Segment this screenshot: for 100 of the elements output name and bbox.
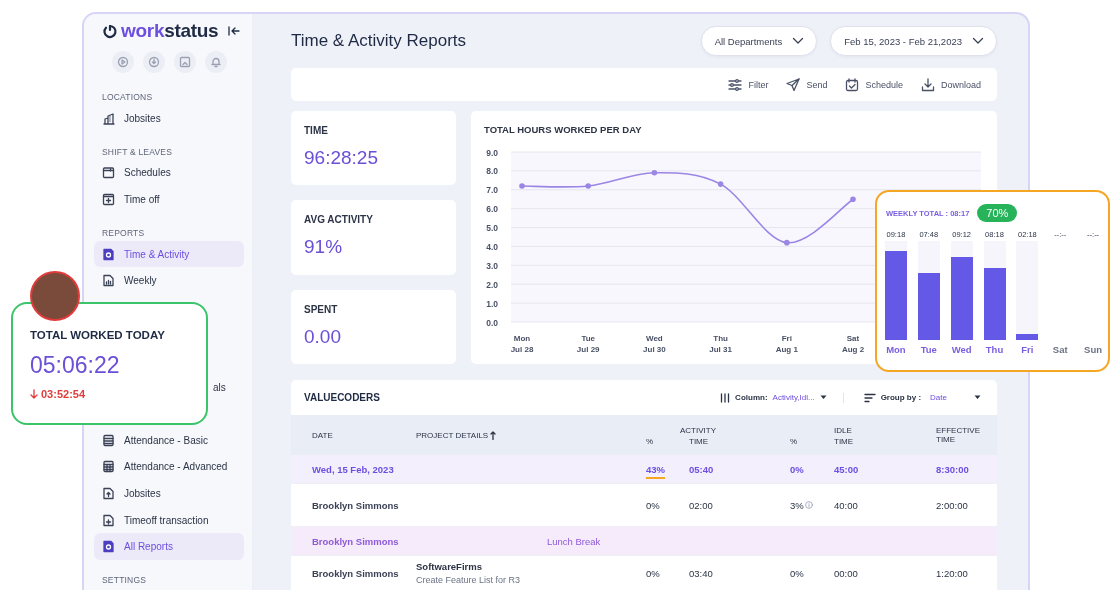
sidebar-item[interactable]: Schedules — [94, 159, 244, 187]
project-title: Lunch Break — [546, 535, 602, 547]
column-header[interactable]: EFFECTIVE TIME — [936, 426, 986, 444]
project-title: SoftwareFirms — [416, 561, 483, 572]
project-subtitle: Create Feature List for R3 — [416, 575, 522, 585]
sidebar-item[interactable]: Weekly — [94, 267, 244, 294]
day-label: Sat — [1052, 344, 1068, 355]
card-title: TOTAL WORKED TODAY — [30, 329, 166, 341]
group-by-selector[interactable]: Group by : Date — [842, 392, 981, 403]
table-icon — [102, 460, 115, 474]
axis-category-label: Sat Aug 2 — [841, 334, 865, 354]
column-header: % — [790, 436, 799, 446]
date-range-dropdown[interactable]: Feb 15, 2023 - Feb 21,2023 — [830, 26, 997, 56]
column-group-header: IDLE — [833, 426, 853, 435]
toolbar-button[interactable]: Schedule — [845, 77, 903, 92]
stat-value: 0.00 — [304, 325, 342, 348]
document-icon — [102, 486, 115, 500]
report-icon — [102, 247, 115, 261]
sidebar-item[interactable]: Jobsites — [94, 105, 244, 132]
collapse-button[interactable] — [226, 24, 242, 38]
data-point — [651, 170, 658, 176]
axis-tick-label: 5.0 — [486, 223, 498, 234]
filter-icon — [728, 77, 743, 92]
axis-tick-label: 8.0 — [486, 166, 498, 177]
document-icon — [102, 513, 115, 527]
bell-icon — [210, 56, 222, 68]
section-heading: REPORTS — [101, 226, 146, 240]
document-icon — [102, 274, 115, 288]
bell-button[interactable] — [205, 51, 227, 73]
download-icon — [920, 77, 935, 92]
table-cell-text: Brooklyn Simmons — [312, 499, 400, 511]
sidebar-item[interactable]: Time & Activity — [94, 240, 244, 268]
day-label: Sun — [1084, 344, 1103, 355]
table-cell-text: 00:00 — [834, 567, 859, 579]
logo-icon — [102, 23, 118, 39]
download-button[interactable] — [143, 51, 165, 73]
day-label: Tue — [920, 344, 937, 355]
toolbar-button[interactable]: Filter — [728, 77, 769, 92]
axis-category-label: Mon Jul 28 — [510, 334, 534, 354]
axis-tick-label: 6.0 — [486, 204, 498, 215]
stat-label: SPENT — [304, 303, 339, 315]
table-cell-text: Brooklyn Simmons — [312, 535, 400, 547]
department-dropdown[interactable]: All Departments — [700, 26, 818, 56]
calendar-icon — [102, 166, 115, 180]
sidebar-item[interactable]: als — [213, 373, 244, 401]
caret-down-icon — [974, 395, 981, 400]
plus-box-icon — [102, 193, 115, 206]
axis-category-label: Thu Jul 31 — [709, 334, 732, 354]
image-button[interactable] — [174, 51, 196, 73]
column-selector[interactable]: Column: Activity,Idl... — [720, 392, 827, 403]
caret-down-icon — [819, 395, 827, 400]
table-title: VALUECODERS — [304, 392, 380, 403]
data-point — [717, 181, 724, 187]
table-cell-text: 8:30:00 — [936, 463, 970, 475]
axis-tick-label: 4.0 — [486, 241, 498, 252]
day-label: Wed — [951, 344, 972, 355]
table-cell-text: 45:00 — [834, 463, 860, 475]
table-cell-text: 43% — [646, 463, 666, 475]
control-label: Group by : — [880, 393, 922, 402]
day-label: Mon — [886, 344, 906, 355]
day-label: Thu — [985, 344, 1004, 355]
column-header: % — [646, 436, 655, 446]
stat-value: 91% — [304, 236, 344, 259]
data-point — [519, 183, 525, 189]
sidebar-item[interactable]: Time off — [94, 186, 244, 213]
column-header[interactable]: DATE — [312, 430, 416, 440]
control-value: Date — [930, 393, 947, 402]
sidebar-item[interactable]: Attendance - Basic — [94, 426, 244, 454]
axis-tick-label: 2.0 — [486, 279, 498, 290]
avatar — [30, 271, 80, 321]
column-group-header: ACTIVITY — [679, 426, 717, 435]
percentage-badge: 70% — [977, 204, 1018, 222]
chevron-down-icon — [792, 37, 805, 45]
column-header[interactable]: PROJECT DETAILS — [416, 430, 646, 440]
control-label: Column: — [735, 393, 768, 402]
time-difference: 03:52:54 — [41, 388, 86, 400]
toolbar-button[interactable]: Download — [920, 77, 981, 92]
section-heading: LOCATIONS — [101, 91, 154, 104]
sidebar-item[interactable]: All Reports — [94, 533, 244, 560]
stat-value: 96:28:25 — [304, 147, 379, 169]
section-heading: SETTINGS — [101, 573, 148, 587]
worked-time: 05:06:22 — [30, 352, 121, 379]
table-cell-text: 2:00:00 — [936, 499, 969, 511]
send-icon — [786, 77, 801, 92]
sidebar-item[interactable]: Timeoff transaction — [94, 506, 244, 534]
logo-text: workstatus — [121, 20, 219, 42]
chart-title: TOTAL HOURS WORKED PER DAY — [483, 124, 643, 137]
sidebar-item[interactable]: Jobsites — [94, 480, 244, 507]
toolbar-button[interactable]: Send — [786, 77, 828, 92]
play-icon — [117, 56, 129, 68]
axis-category-label: Wed Jul 30 — [643, 334, 666, 354]
stat-label: AVG ACTIVITY — [304, 214, 374, 226]
table-cell-text: Brooklyn Simmons — [312, 567, 400, 579]
play-button[interactable] — [112, 51, 134, 73]
table-cell-text: 03:40 — [689, 567, 714, 579]
day-label: Fri — [1021, 344, 1034, 355]
axis-tick-label: 3.0 — [486, 260, 498, 271]
stat-label: TIME — [304, 125, 329, 136]
sidebar-item[interactable]: Attendance - Advanced — [94, 453, 244, 481]
axis-category-label: Fri Aug 1 — [775, 334, 798, 354]
